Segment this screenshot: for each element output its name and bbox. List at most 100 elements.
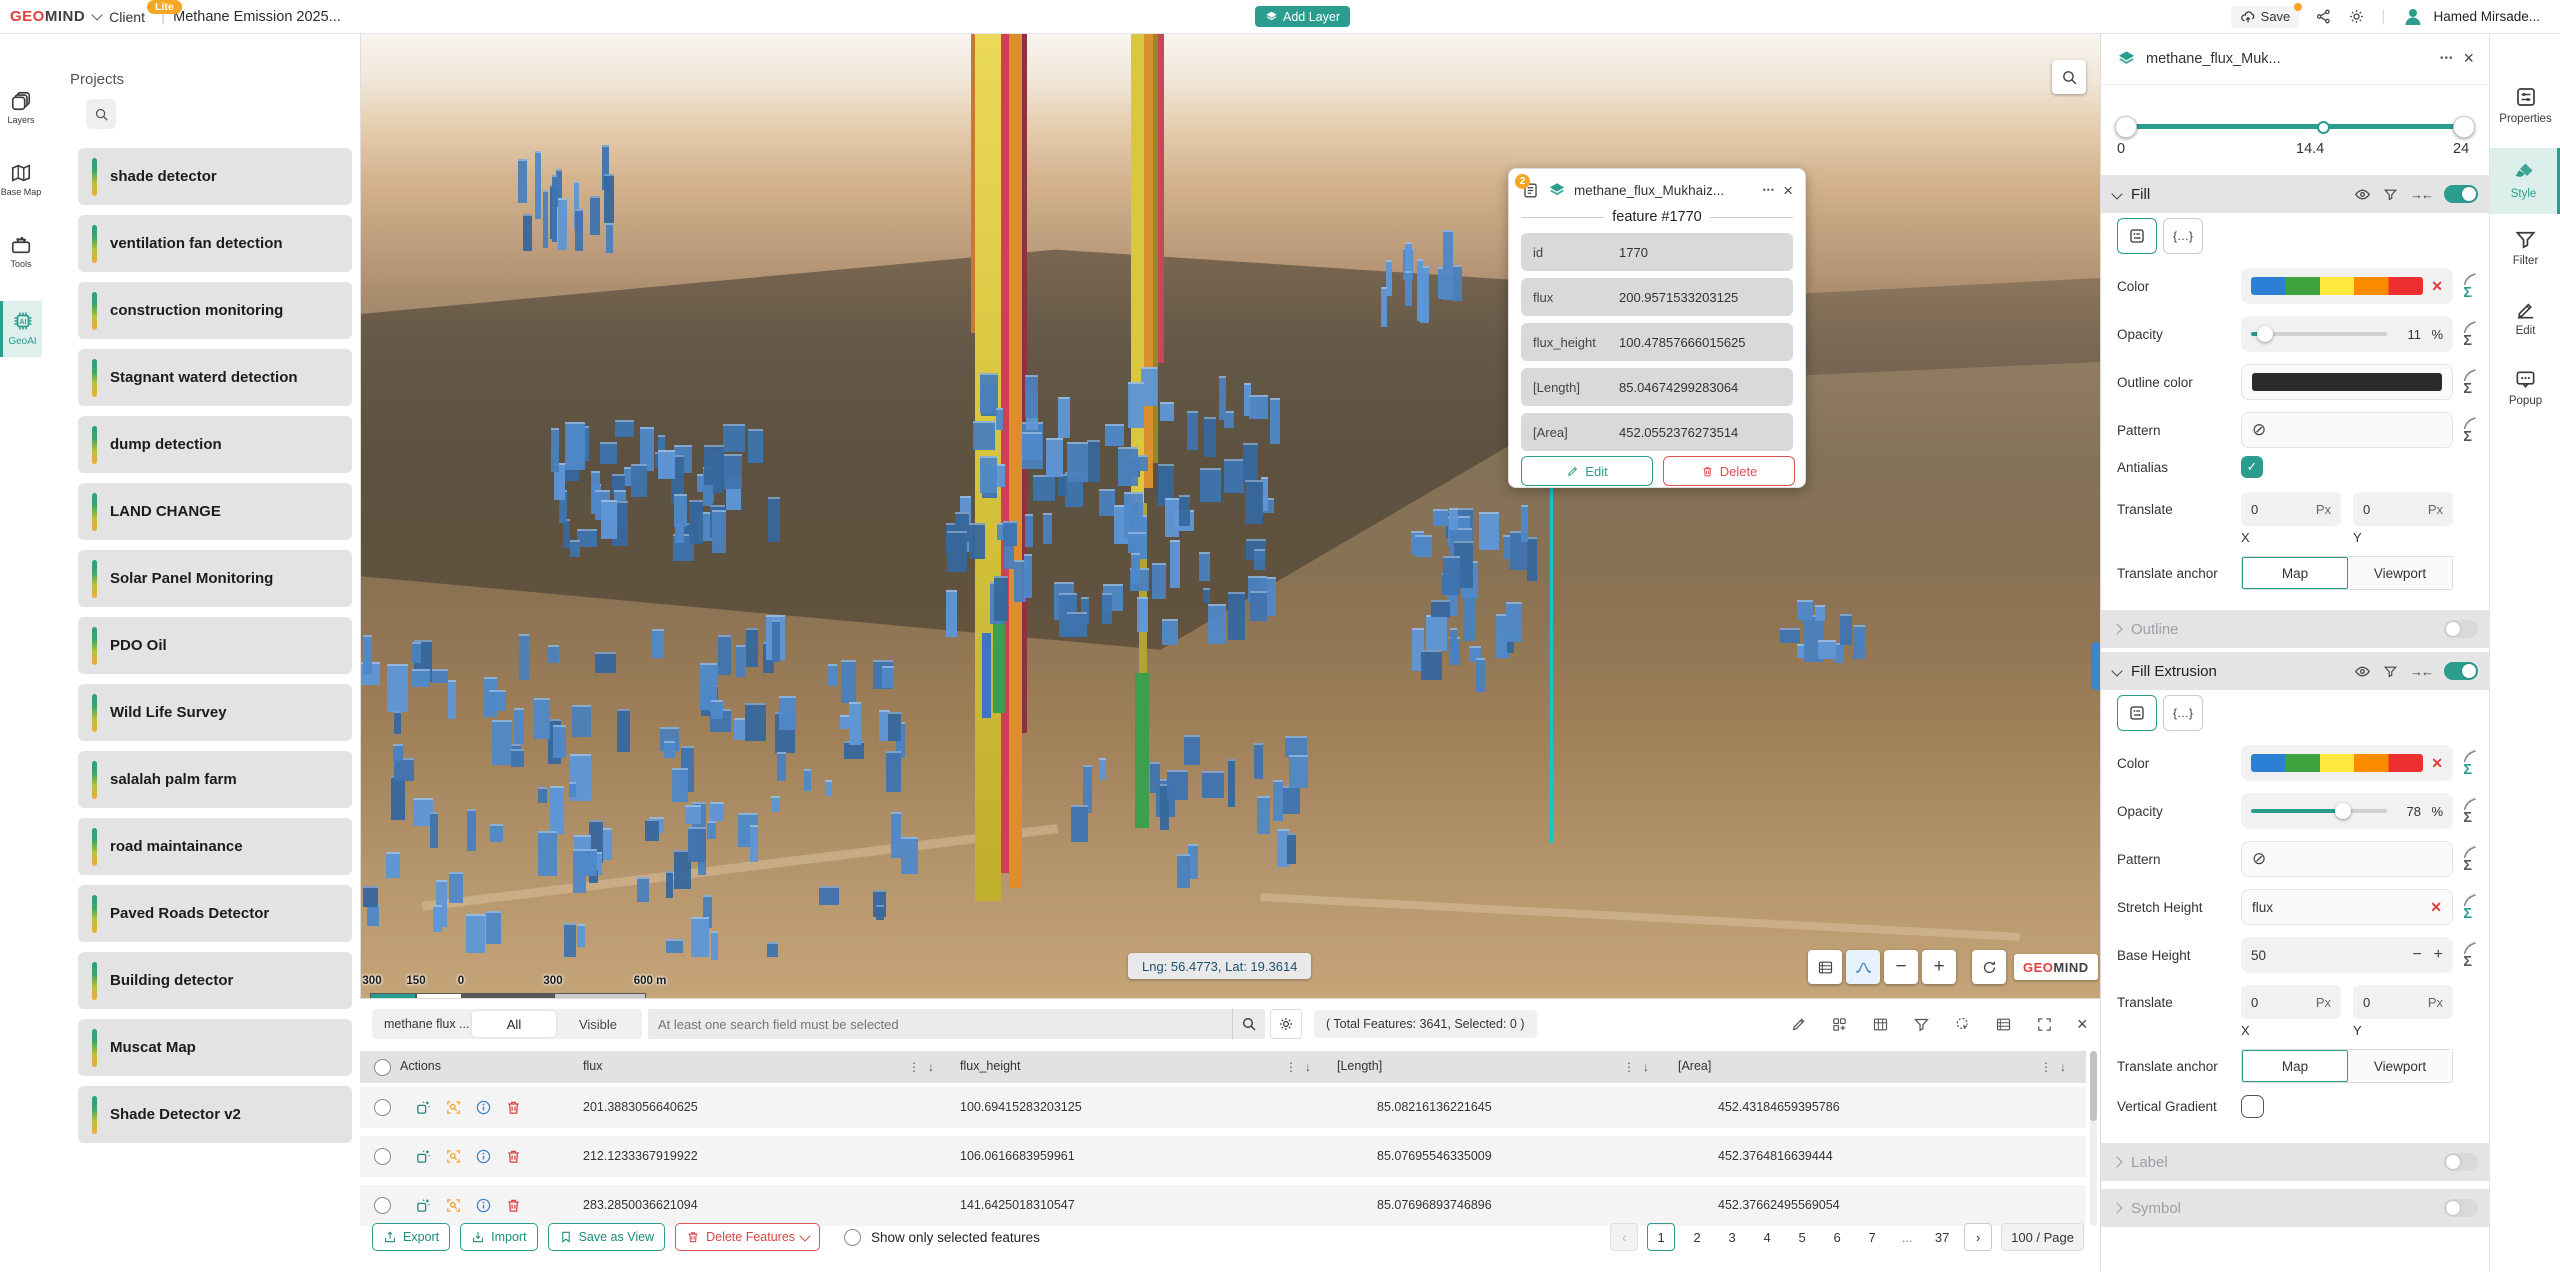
expression-sigma-icon[interactable] <box>2459 892 2481 922</box>
anchor-map-option[interactable]: Map <box>2242 1050 2348 1082</box>
delete-row-icon[interactable] <box>505 1099 522 1116</box>
reset-view-button[interactable] <box>1972 950 2006 984</box>
fill-visibility-toggle[interactable] <box>2444 185 2478 203</box>
info-icon[interactable] <box>475 1148 492 1165</box>
section-header-outline[interactable]: Outline <box>2101 610 2490 648</box>
tab-json-editor[interactable]: {…} <box>2163 218 2203 254</box>
panel-tab-filter[interactable]: Filter <box>2490 228 2560 267</box>
fill-pattern-select[interactable]: ⊘ <box>2241 412 2453 448</box>
panel-close-icon[interactable]: × <box>2463 48 2474 69</box>
label-visibility-toggle[interactable] <box>2444 1153 2478 1171</box>
panel-tab-properties[interactable]: Properties <box>2490 85 2560 125</box>
translate-x-input[interactable]: 0Px <box>2241 492 2341 526</box>
base-height-stepper[interactable]: 50−+ <box>2241 937 2453 973</box>
column-header-flux[interactable]: flux <box>583 1059 602 1073</box>
page-number[interactable]: 37 <box>1929 1224 1955 1250</box>
page-number[interactable]: 5 <box>1789 1224 1815 1250</box>
column-header-area[interactable]: [Area] <box>1678 1059 1711 1073</box>
decrement-icon[interactable]: − <box>2412 946 2421 964</box>
sort-icon[interactable]: ↓ <box>1643 1060 1649 1074</box>
extrusion-pattern-select[interactable]: ⊘ <box>2241 841 2453 877</box>
project-item[interactable]: ventilation fan detection <box>78 215 352 272</box>
zoom-to-feature-icon[interactable] <box>415 1099 432 1116</box>
section-header-fill-extrusion[interactable]: Fill Extrusion →← <box>2101 652 2490 690</box>
expression-sigma-icon[interactable] <box>2459 271 2481 301</box>
row-checkbox[interactable] <box>374 1099 391 1116</box>
expression-sigma-icon[interactable] <box>2459 367 2481 397</box>
table-row[interactable]: 201.3883056640625 100.69415283203125 85.… <box>360 1087 2086 1128</box>
client-menu[interactable]: Client <box>109 9 145 25</box>
column-header-flux-height[interactable]: flux_height <box>960 1059 1020 1073</box>
slider-handle-max[interactable] <box>2453 116 2475 138</box>
search-settings-button[interactable] <box>1270 1009 1302 1039</box>
user-menu[interactable]: Hamed Mirsade... <box>2401 5 2540 29</box>
project-item[interactable]: Building detector <box>78 952 352 1009</box>
column-menu-icon[interactable]: ⋮ <box>1623 1060 1635 1074</box>
outline-visibility-toggle[interactable] <box>2444 620 2478 638</box>
table-scrollbar[interactable] <box>2090 1051 2097 1226</box>
fill-color-picker[interactable]: ✕ <box>2241 268 2453 304</box>
table-grid-icon[interactable] <box>1872 1016 1889 1033</box>
info-icon[interactable] <box>475 1197 492 1214</box>
page-number-active[interactable]: 1 <box>1647 1223 1675 1251</box>
project-item[interactable]: Solar Panel Monitoring <box>78 550 352 607</box>
tab-form-editor[interactable] <box>2117 218 2157 254</box>
anchor-map-option[interactable]: Map <box>2242 557 2348 589</box>
zoom-range-slider[interactable] <box>2117 121 2473 131</box>
search-submit-button[interactable] <box>1232 1009 1265 1039</box>
sidebar-item-layers[interactable]: Layers <box>0 90 42 125</box>
project-item[interactable]: Muscat Map <box>78 1019 352 1076</box>
antialias-checkbox[interactable]: ✓ <box>2241 456 2263 478</box>
project-item[interactable]: shade detector <box>78 148 352 205</box>
tab-visible[interactable]: Visible <box>556 1017 640 1032</box>
delete-row-icon[interactable] <box>505 1197 522 1214</box>
workspace-chevron-icon[interactable] <box>92 9 103 20</box>
clear-icon[interactable]: ✕ <box>2430 899 2442 916</box>
tab-form-editor[interactable] <box>2117 695 2157 731</box>
export-button[interactable]: Export <box>372 1223 450 1251</box>
symbol-visibility-toggle[interactable] <box>2444 1199 2478 1217</box>
f</span>ill-opacity-slider[interactable]: 11% <box>2241 316 2453 352</box>
visibility-eye-icon[interactable] <box>2354 663 2371 680</box>
page-prev-button[interactable]: ‹ <box>1610 1223 1638 1251</box>
page-next-button[interactable]: › <box>1964 1223 1992 1251</box>
import-button[interactable]: Import <box>460 1223 537 1251</box>
zoom-to-feature-icon[interactable] <box>415 1197 432 1214</box>
panel-tab-popup[interactable]: Popup <box>2490 368 2560 407</box>
map-search-button[interactable] <box>2052 60 2086 94</box>
expression-sigma-icon[interactable] <box>2459 940 2481 970</box>
row-checkbox[interactable] <box>374 1148 391 1165</box>
column-menu-icon[interactable]: ⋮ <box>1285 1060 1297 1074</box>
panel-menu-icon[interactable]: ••• <box>2440 53 2454 64</box>
project-item[interactable]: LAND CHANGE <box>78 483 352 540</box>
clear-icon[interactable]: ✕ <box>2431 278 2443 295</box>
page-size-select[interactable]: 100 / Page <box>2001 1223 2084 1251</box>
row-layout-icon[interactable] <box>1995 1016 2012 1033</box>
expression-sigma-icon[interactable] <box>2459 415 2481 445</box>
zoom-in-button[interactable]: + <box>1922 950 1956 984</box>
feature-search-input[interactable] <box>648 1009 1232 1039</box>
delete-row-icon[interactable] <box>505 1148 522 1165</box>
increment-icon[interactable]: + <box>2434 946 2443 964</box>
close-table-icon[interactable]: × <box>2077 1014 2088 1035</box>
translate-y-input[interactable]: 0Px <box>2353 985 2453 1019</box>
collapse-arrows-icon[interactable]: →← <box>2410 187 2432 202</box>
column-header-length[interactable]: [Length] <box>1337 1059 1382 1073</box>
zoom-out-button[interactable]: − <box>1884 950 1918 984</box>
expression-sigma-icon[interactable] <box>2459 319 2481 349</box>
map-canvas[interactable]: 2 methane_flux_Mukhaiz... ••• × feature … <box>360 33 2100 998</box>
expression-sigma-icon[interactable] <box>2459 844 2481 874</box>
vertical-gradient-checkbox[interactable] <box>2241 1095 2264 1118</box>
share-icon[interactable] <box>2315 8 2332 25</box>
tab-json-editor[interactable]: {…} <box>2163 695 2203 731</box>
project-item[interactable]: Shade Detector v2 <box>78 1086 352 1143</box>
project-item[interactable]: PDO Oil <box>78 617 352 674</box>
add-column-icon[interactable] <box>1831 1016 1848 1033</box>
tab-all[interactable]: All <box>472 1011 556 1037</box>
project-item[interactable]: salalah palm farm <box>78 751 352 808</box>
sidebar-item-tools[interactable]: Tools <box>0 234 42 269</box>
extrusion-visibility-toggle[interactable] <box>2444 662 2478 680</box>
project-item[interactable]: Wild Life Survey <box>78 684 352 741</box>
filter-icon[interactable] <box>2383 187 2398 202</box>
layer-chip[interactable]: methane flux ... <box>372 1009 481 1039</box>
